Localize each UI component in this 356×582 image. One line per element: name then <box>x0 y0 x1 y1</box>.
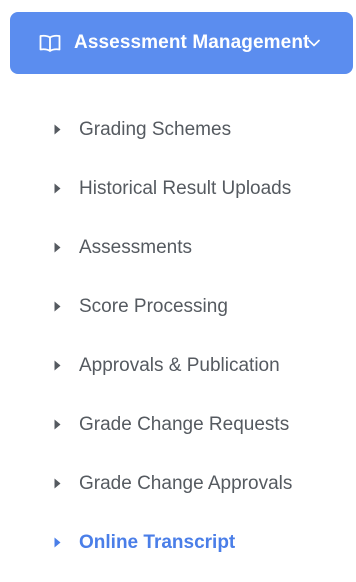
submenu-item-label: Grade Change Approvals <box>79 472 293 494</box>
submenu-item-assessments[interactable]: Assessments <box>0 218 356 277</box>
submenu-item-label: Grading Schemes <box>79 118 232 140</box>
book-open-icon <box>38 33 62 53</box>
caret-right-icon <box>54 301 62 313</box>
submenu-item-online-transcript[interactable]: Online Transcript <box>0 513 356 572</box>
caret-right-icon <box>54 360 62 372</box>
submenu-item-label: Score Processing <box>79 295 228 317</box>
submenu-item-grade-change-approvals[interactable]: Grade Change Approvals <box>0 454 356 513</box>
submenu-item-label: Online Transcript <box>79 531 236 553</box>
submenu-item-label: Approvals & Publication <box>79 354 280 376</box>
submenu-item-grading-schemes[interactable]: Grading Schemes <box>0 100 356 159</box>
chevron-down-icon[interactable] <box>308 39 321 47</box>
submenu-item-historical-result-uploads[interactable]: Historical Result Uploads <box>0 159 356 218</box>
section-title: Assessment Management <box>74 32 310 53</box>
submenu-list: Grading Schemes Historical Result Upload… <box>0 100 356 572</box>
submenu-item-label: Assessments <box>79 236 192 258</box>
submenu-item-label: Grade Change Requests <box>79 413 290 435</box>
sidebar-menu: Assessment Management Grading Schemes Hi… <box>0 0 356 582</box>
caret-right-icon <box>54 478 62 490</box>
caret-right-icon <box>54 537 62 549</box>
caret-right-icon <box>54 419 62 431</box>
caret-right-icon <box>54 242 62 254</box>
caret-right-icon <box>54 124 62 136</box>
submenu-item-approvals-publication[interactable]: Approvals & Publication <box>0 336 356 395</box>
caret-right-icon <box>54 183 62 195</box>
submenu-item-label: Historical Result Uploads <box>79 177 292 199</box>
submenu-item-grade-change-requests[interactable]: Grade Change Requests <box>0 395 356 454</box>
assessment-management-section-header[interactable]: Assessment Management <box>10 12 353 74</box>
submenu-item-score-processing[interactable]: Score Processing <box>0 277 356 336</box>
